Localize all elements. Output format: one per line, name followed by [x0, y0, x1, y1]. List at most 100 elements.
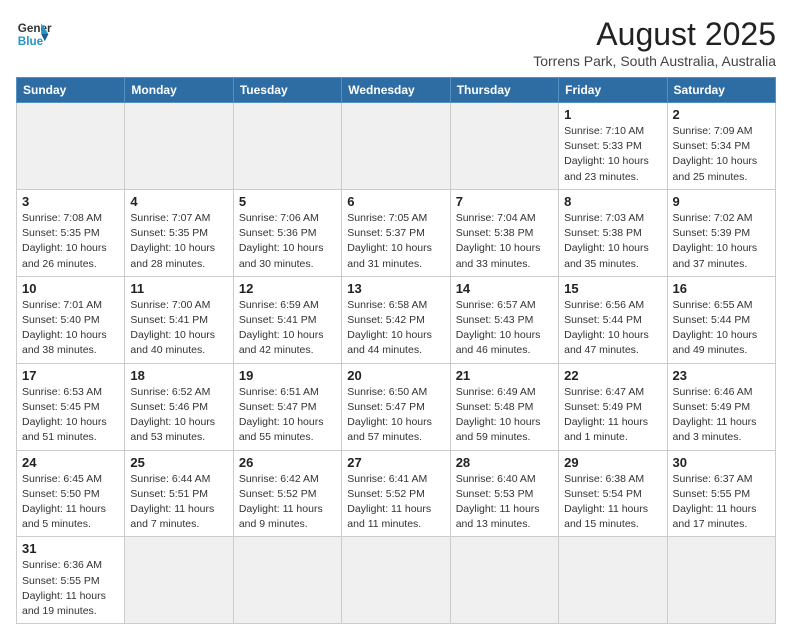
day-cell: 31 Sunrise: 6:36 AM Sunset: 5:55 PM Dayli… — [17, 537, 125, 624]
day-number: 24 — [22, 455, 119, 470]
day-info: Sunrise: 6:57 AM Sunset: 5:43 PM Dayligh… — [456, 298, 553, 359]
day-info: Sunrise: 6:56 AM Sunset: 5:44 PM Dayligh… — [564, 298, 661, 359]
day-cell — [17, 103, 125, 190]
day-cell: 21Sunrise: 6:49 AM Sunset: 5:48 PM Dayli… — [450, 363, 558, 450]
week-row-6: 31 Sunrise: 6:36 AM Sunset: 5:55 PM Dayli… — [17, 537, 776, 624]
calendar-subtitle: Torrens Park, South Australia, Australia — [533, 53, 776, 69]
day-cell: 6 Sunrise: 7:05 AM Sunset: 5:37 PM Daylig… — [342, 189, 450, 276]
day-cell: 13 Sunrise: 6:58 AM Sunset: 5:42 PM Dayli… — [342, 276, 450, 363]
day-number: 22 — [564, 368, 661, 383]
day-cell — [559, 537, 667, 624]
day-info: Sunrise: 6:42 AM Sunset: 5:52 PM Dayligh… — [239, 472, 336, 533]
day-info: Sunrise: 7:05 AM Sunset: 5:37 PM Dayligh… — [347, 211, 444, 272]
day-number: 12 — [239, 281, 336, 296]
day-cell: 2Sunrise: 7:09 AM Sunset: 5:34 PM Daylig… — [667, 103, 775, 190]
day-number: 25 — [130, 455, 227, 470]
day-number: 1 — [564, 107, 661, 122]
day-info: Sunrise: 6:52 AM Sunset: 5:46 PM Dayligh… — [130, 385, 227, 446]
day-cell: 4 Sunrise: 7:07 AM Sunset: 5:35 PM Daylig… — [125, 189, 233, 276]
page-header: General Blue August 2025 Torrens Park, S… — [16, 16, 776, 69]
day-number: 15 — [564, 281, 661, 296]
week-row-4: 17 Sunrise: 6:53 AM Sunset: 5:45 PM Dayli… — [17, 363, 776, 450]
day-info: Sunrise: 6:50 AM Sunset: 5:47 PM Dayligh… — [347, 385, 444, 446]
day-number: 18 — [130, 368, 227, 383]
day-cell — [125, 103, 233, 190]
day-info: Sunrise: 6:51 AM Sunset: 5:47 PM Dayligh… — [239, 385, 336, 446]
weekday-header-saturday: Saturday — [667, 78, 775, 103]
logo-svg: General Blue — [16, 16, 52, 52]
day-number: 14 — [456, 281, 553, 296]
weekday-header-monday: Monday — [125, 78, 233, 103]
day-info: Sunrise: 7:02 AM Sunset: 5:39 PM Dayligh… — [673, 211, 770, 272]
day-info: Sunrise: 7:07 AM Sunset: 5:35 PM Dayligh… — [130, 211, 227, 272]
day-info: Sunrise: 6:41 AM Sunset: 5:52 PM Dayligh… — [347, 472, 444, 533]
day-number: 16 — [673, 281, 770, 296]
day-number: 30 — [673, 455, 770, 470]
day-number: 26 — [239, 455, 336, 470]
weekday-header-thursday: Thursday — [450, 78, 558, 103]
day-cell: 11 Sunrise: 7:00 AM Sunset: 5:41 PM Dayli… — [125, 276, 233, 363]
day-info: Sunrise: 6:36 AM Sunset: 5:55 PM Dayligh… — [22, 558, 119, 619]
day-info: Sunrise: 7:01 AM Sunset: 5:40 PM Dayligh… — [22, 298, 119, 359]
day-cell: 15 Sunrise: 6:56 AM Sunset: 5:44 PM Dayli… — [559, 276, 667, 363]
day-info: Sunrise: 6:45 AM Sunset: 5:50 PM Dayligh… — [22, 472, 119, 533]
day-cell: 22 Sunrise: 6:47 AM Sunset: 5:49 PM Dayli… — [559, 363, 667, 450]
day-cell: 25Sunrise: 6:44 AM Sunset: 5:51 PM Dayli… — [125, 450, 233, 537]
day-info: Sunrise: 6:47 AM Sunset: 5:49 PM Dayligh… — [564, 385, 661, 446]
day-cell: 19 Sunrise: 6:51 AM Sunset: 5:47 PM Dayli… — [233, 363, 341, 450]
week-row-5: 24 Sunrise: 6:45 AM Sunset: 5:50 PM Dayli… — [17, 450, 776, 537]
day-info: Sunrise: 6:46 AM Sunset: 5:49 PM Dayligh… — [673, 385, 770, 446]
day-number: 6 — [347, 194, 444, 209]
day-cell — [667, 537, 775, 624]
day-number: 23 — [673, 368, 770, 383]
week-row-2: 3Sunrise: 7:08 AM Sunset: 5:35 PM Daylig… — [17, 189, 776, 276]
day-cell: 27Sunrise: 6:41 AM Sunset: 5:52 PM Dayli… — [342, 450, 450, 537]
day-cell: 20 Sunrise: 6:50 AM Sunset: 5:47 PM Dayli… — [342, 363, 450, 450]
day-info: Sunrise: 6:53 AM Sunset: 5:45 PM Dayligh… — [22, 385, 119, 446]
day-cell: 26 Sunrise: 6:42 AM Sunset: 5:52 PM Dayli… — [233, 450, 341, 537]
day-number: 20 — [347, 368, 444, 383]
day-cell — [342, 537, 450, 624]
day-number: 4 — [130, 194, 227, 209]
day-info: Sunrise: 6:55 AM Sunset: 5:44 PM Dayligh… — [673, 298, 770, 359]
day-cell: 1Sunrise: 7:10 AM Sunset: 5:33 PM Daylig… — [559, 103, 667, 190]
day-cell — [233, 537, 341, 624]
day-cell: 5 Sunrise: 7:06 AM Sunset: 5:36 PM Daylig… — [233, 189, 341, 276]
week-row-1: 1Sunrise: 7:10 AM Sunset: 5:33 PM Daylig… — [17, 103, 776, 190]
day-number: 19 — [239, 368, 336, 383]
day-cell: 12Sunrise: 6:59 AM Sunset: 5:41 PM Dayli… — [233, 276, 341, 363]
day-cell — [450, 103, 558, 190]
day-info: Sunrise: 6:58 AM Sunset: 5:42 PM Dayligh… — [347, 298, 444, 359]
day-cell: 8Sunrise: 7:03 AM Sunset: 5:38 PM Daylig… — [559, 189, 667, 276]
day-cell: 7Sunrise: 7:04 AM Sunset: 5:38 PM Daylig… — [450, 189, 558, 276]
day-number: 7 — [456, 194, 553, 209]
calendar-table: SundayMondayTuesdayWednesdayThursdayFrid… — [16, 77, 776, 624]
day-cell: 18 Sunrise: 6:52 AM Sunset: 5:46 PM Dayli… — [125, 363, 233, 450]
day-info: Sunrise: 6:37 AM Sunset: 5:55 PM Dayligh… — [673, 472, 770, 533]
calendar-title: August 2025 — [533, 16, 776, 53]
day-number: 17 — [22, 368, 119, 383]
svg-text:Blue: Blue — [18, 35, 44, 48]
day-info: Sunrise: 7:09 AM Sunset: 5:34 PM Dayligh… — [673, 124, 770, 185]
day-number: 13 — [347, 281, 444, 296]
day-cell: 17 Sunrise: 6:53 AM Sunset: 5:45 PM Dayli… — [17, 363, 125, 450]
day-number: 5 — [239, 194, 336, 209]
day-number: 9 — [673, 194, 770, 209]
day-cell: 10Sunrise: 7:01 AM Sunset: 5:40 PM Dayli… — [17, 276, 125, 363]
logo: General Blue — [16, 16, 52, 52]
day-number: 31 — [22, 541, 119, 556]
day-cell: 24 Sunrise: 6:45 AM Sunset: 5:50 PM Dayli… — [17, 450, 125, 537]
day-info: Sunrise: 7:00 AM Sunset: 5:41 PM Dayligh… — [130, 298, 227, 359]
day-cell — [450, 537, 558, 624]
day-info: Sunrise: 7:06 AM Sunset: 5:36 PM Dayligh… — [239, 211, 336, 272]
title-block: August 2025 Torrens Park, South Australi… — [533, 16, 776, 69]
weekday-header-wednesday: Wednesday — [342, 78, 450, 103]
day-cell: 3Sunrise: 7:08 AM Sunset: 5:35 PM Daylig… — [17, 189, 125, 276]
day-info: Sunrise: 6:49 AM Sunset: 5:48 PM Dayligh… — [456, 385, 553, 446]
day-cell: 30 Sunrise: 6:37 AM Sunset: 5:55 PM Dayli… — [667, 450, 775, 537]
day-info: Sunrise: 6:38 AM Sunset: 5:54 PM Dayligh… — [564, 472, 661, 533]
day-cell: 23 Sunrise: 6:46 AM Sunset: 5:49 PM Dayli… — [667, 363, 775, 450]
day-cell — [342, 103, 450, 190]
day-number: 11 — [130, 281, 227, 296]
day-info: Sunrise: 6:40 AM Sunset: 5:53 PM Dayligh… — [456, 472, 553, 533]
